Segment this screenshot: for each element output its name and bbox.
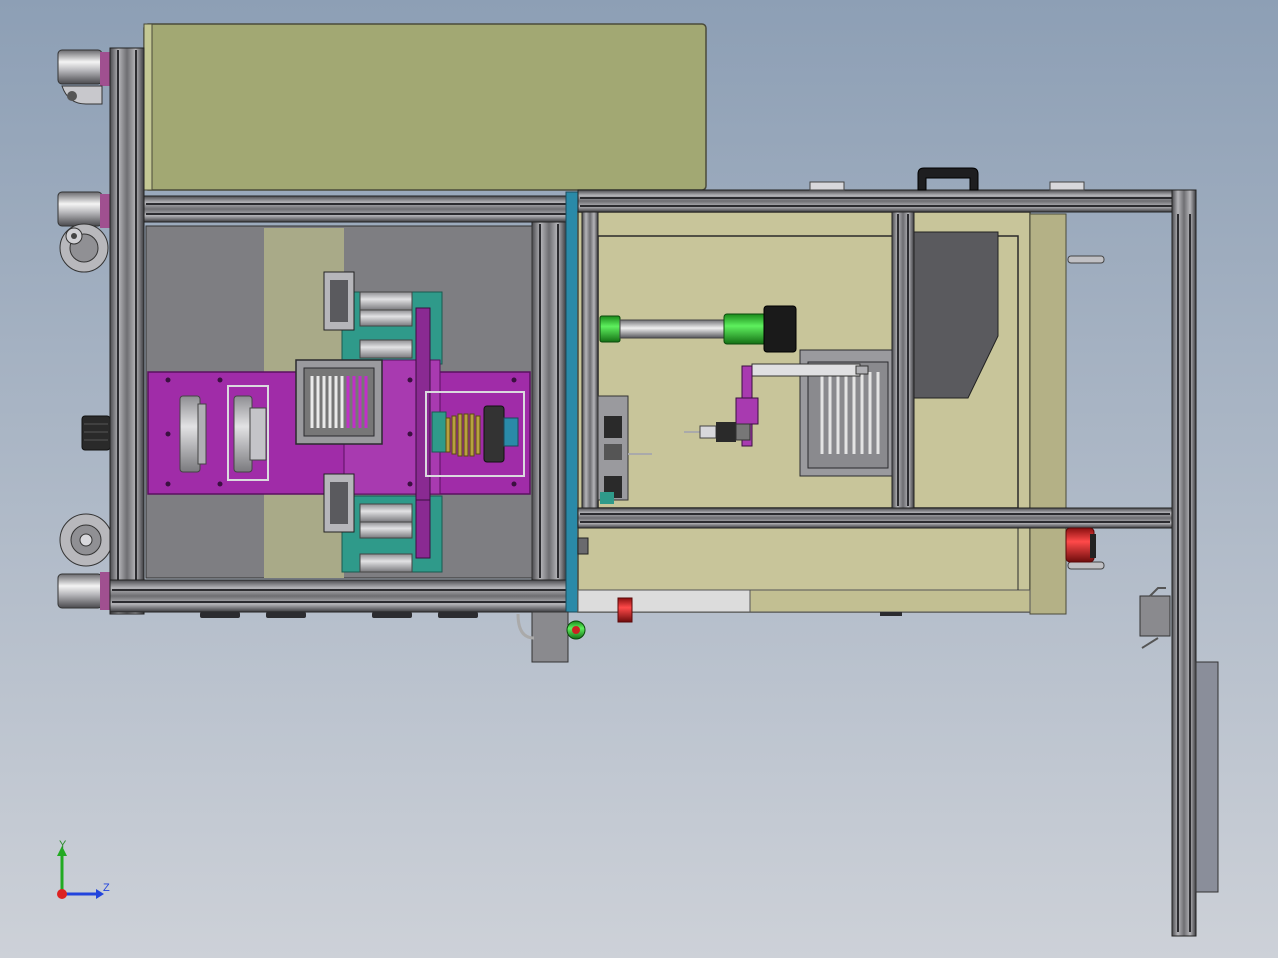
foot-4 [438, 612, 478, 618]
emergency-stop-button[interactable] [1065, 527, 1096, 563]
red-indicator [617, 597, 633, 623]
frame-post-right-a [581, 211, 599, 529]
frame-post-left [109, 47, 145, 615]
handle-knob [81, 415, 111, 451]
hinge-left [809, 181, 845, 191]
hinge-right [1049, 181, 1085, 191]
frame-post-far-right [1171, 189, 1197, 937]
frame-rail-top-left [143, 195, 569, 223]
right-cabinet-side [1029, 213, 1067, 615]
foot-2 [266, 612, 306, 618]
frame-rail-top-right [577, 189, 1197, 213]
latch-top [1067, 255, 1105, 264]
cad-viewport[interactable]: Y Z [0, 0, 1278, 958]
side-panel-right [1195, 661, 1219, 893]
cabinet-bottom-strip-grey [577, 589, 751, 613]
connector-small [577, 537, 589, 555]
top-enclosure-box [143, 23, 707, 191]
frame-rail-mid-right [577, 507, 1173, 529]
foot-3 [372, 612, 412, 618]
cabinet-foot [880, 612, 902, 616]
latch-bottom [1067, 561, 1105, 570]
cabinet-bottom-strip-tan [749, 589, 1031, 613]
frame-post-inner-right [531, 221, 567, 581]
axis-z-label: Z [103, 882, 110, 894]
heat-sink-grille [295, 359, 383, 445]
axis-y-label: Y [59, 839, 67, 851]
frame-rail-bottom-left [109, 579, 569, 613]
top-enclosure-edge [143, 23, 153, 191]
caster-wheel-middle [57, 191, 110, 273]
blue-divider-rail [565, 191, 579, 613]
foot-1 [200, 612, 240, 618]
frame-post-right-b [891, 211, 915, 509]
